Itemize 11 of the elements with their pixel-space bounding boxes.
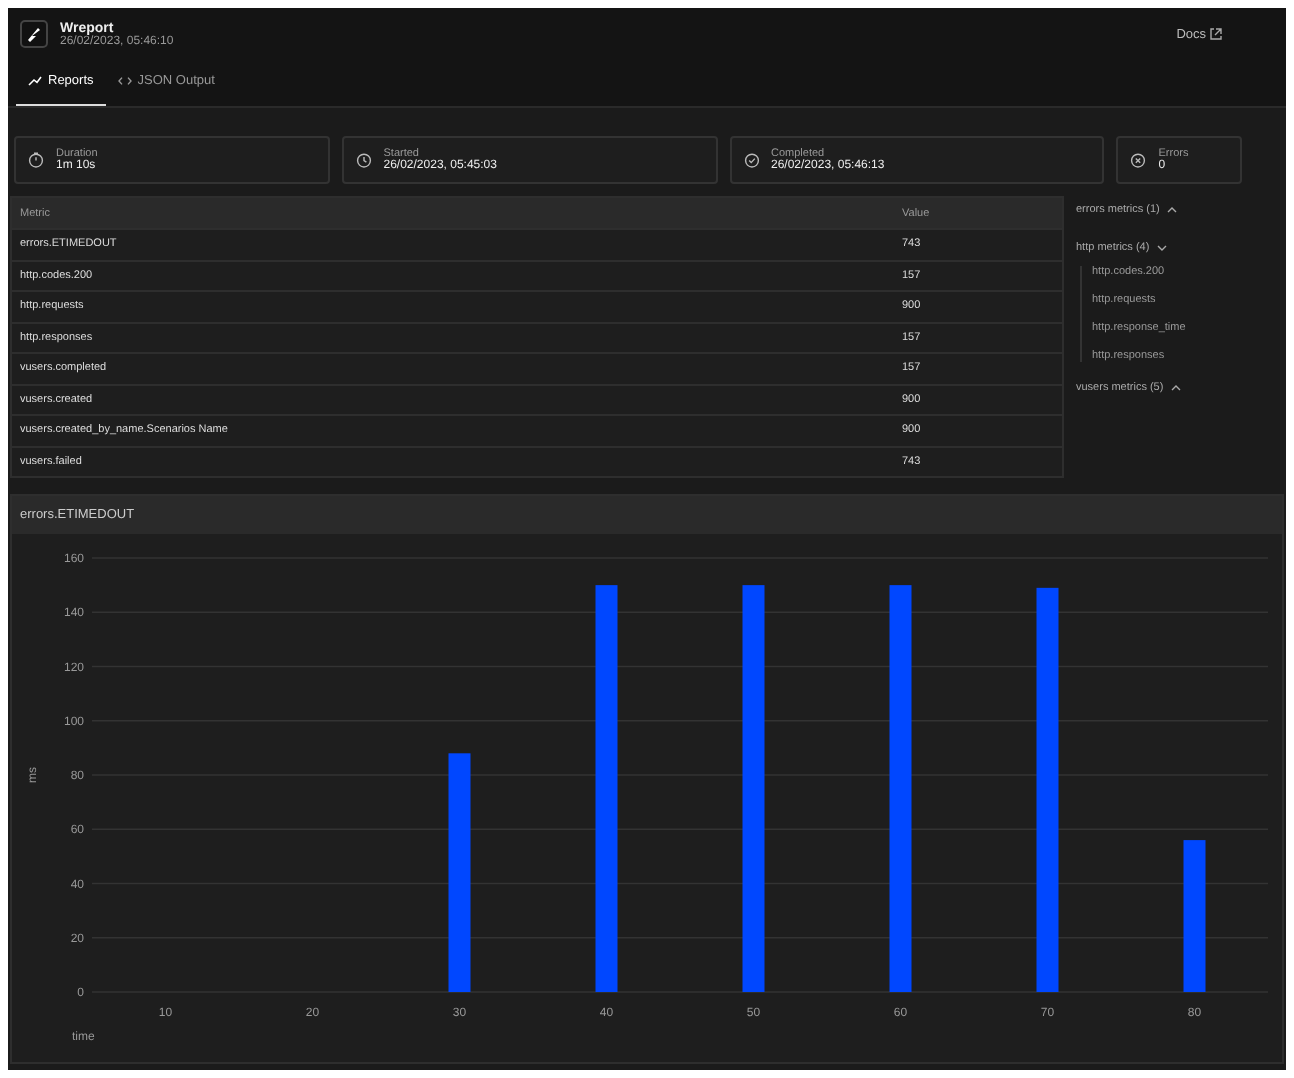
chevron-icon bbox=[1155, 244, 1168, 252]
chevron-icon bbox=[1169, 384, 1182, 392]
trend-icon bbox=[28, 76, 42, 86]
stopwatch-icon bbox=[28, 152, 44, 168]
logo-icon bbox=[20, 20, 48, 49]
clock-icon bbox=[355, 152, 372, 168]
check-circle-icon bbox=[743, 152, 759, 168]
error-circle-icon bbox=[1130, 152, 1147, 168]
chevron-icon bbox=[1165, 206, 1178, 214]
code-icon bbox=[117, 76, 132, 86]
external-link-icon bbox=[1210, 28, 1222, 41]
